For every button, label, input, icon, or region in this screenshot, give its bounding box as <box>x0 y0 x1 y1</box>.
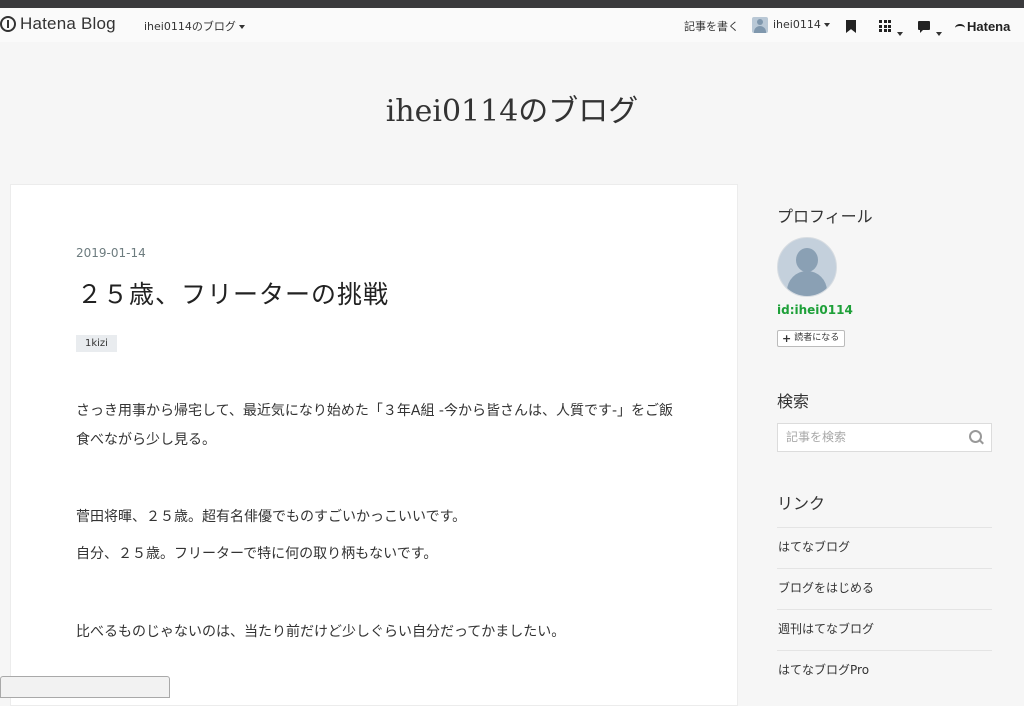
profile-id-link[interactable]: id:ihei0114 <box>777 303 853 317</box>
entry-paragraph: 菅田将暉、２５歳。超有名俳優でものすごいかっこいいです。 <box>76 509 467 525</box>
write-article-link[interactable]: 記事を書く <box>684 18 739 34</box>
link-item[interactable]: ブログをはじめる <box>777 568 992 609</box>
hatena-blog-logo[interactable]: Hatena Blog <box>0 14 116 34</box>
subscribe-button[interactable]: + 読者になる <box>777 330 846 347</box>
entry-paragraph: さっき用事から帰宅して、最近気になり始めた「３年A組 -今から皆さんは、人質です… <box>76 403 674 448</box>
hatena-logo-icon <box>0 16 16 32</box>
entry-paragraph: 自分、２５歳。フリーターで特に何の取り柄もないです。 <box>76 546 438 562</box>
global-header: Hatena Blog ihei0114のブログ 記事を書く ihei0114 … <box>0 8 1024 42</box>
subscribe-label: 読者になる <box>794 333 840 343</box>
user-menu-dropdown[interactable]: ihei0114 <box>773 18 830 31</box>
apps-grid-icon[interactable] <box>879 20 891 32</box>
search-input[interactable] <box>784 429 968 445</box>
bottom-status-tab <box>0 676 170 698</box>
hatena-brand-text: Hatena <box>967 19 1011 34</box>
notification-icon[interactable] <box>918 21 930 33</box>
links-heading: リンク <box>777 494 826 513</box>
chevron-down-icon[interactable] <box>894 23 903 42</box>
entry-title[interactable]: ２５歳、フリーターの挑戦 <box>77 275 389 311</box>
hatena-brand-link[interactable]: Hatena <box>955 19 1010 34</box>
window-top-strip <box>0 0 1024 8</box>
links-list: はてなブログ ブログをはじめる 週刊はてなブログ はてなブログPro <box>777 527 992 691</box>
profile-avatar[interactable] <box>777 237 837 297</box>
user-avatar-icon[interactable] <box>752 17 768 33</box>
link-item[interactable]: 週刊はてなブログ <box>777 609 992 650</box>
blog-menu-dropdown[interactable]: ihei0114のブログ <box>144 18 245 34</box>
search-icon[interactable] <box>969 430 982 443</box>
profile-heading: プロフィール <box>777 207 873 226</box>
hatena-wifi-icon <box>955 23 965 32</box>
category-tag[interactable]: 1kizi <box>76 335 117 352</box>
search-heading: 検索 <box>777 392 810 411</box>
blog-title[interactable]: ihei0114のブログ <box>0 86 1024 130</box>
link-item[interactable]: はてなブログPro <box>777 650 992 691</box>
plus-icon: + <box>782 332 792 345</box>
entry-paragraph: 比べるものじゃないのは、当たり前だけど少しぐらい自分だってかましたい。 <box>76 624 566 640</box>
article-card: 2019-01-14 ２５歳、フリーターの挑戦 1kizi さっき用事から帰宅し… <box>10 184 738 706</box>
bookmark-icon[interactable] <box>846 20 856 33</box>
entry-date[interactable]: 2019-01-14 <box>76 246 146 260</box>
link-item[interactable]: はてなブログ <box>777 527 992 568</box>
logo-text: Hatena Blog <box>20 14 116 33</box>
chevron-down-icon[interactable] <box>933 23 942 42</box>
search-box <box>777 423 992 452</box>
